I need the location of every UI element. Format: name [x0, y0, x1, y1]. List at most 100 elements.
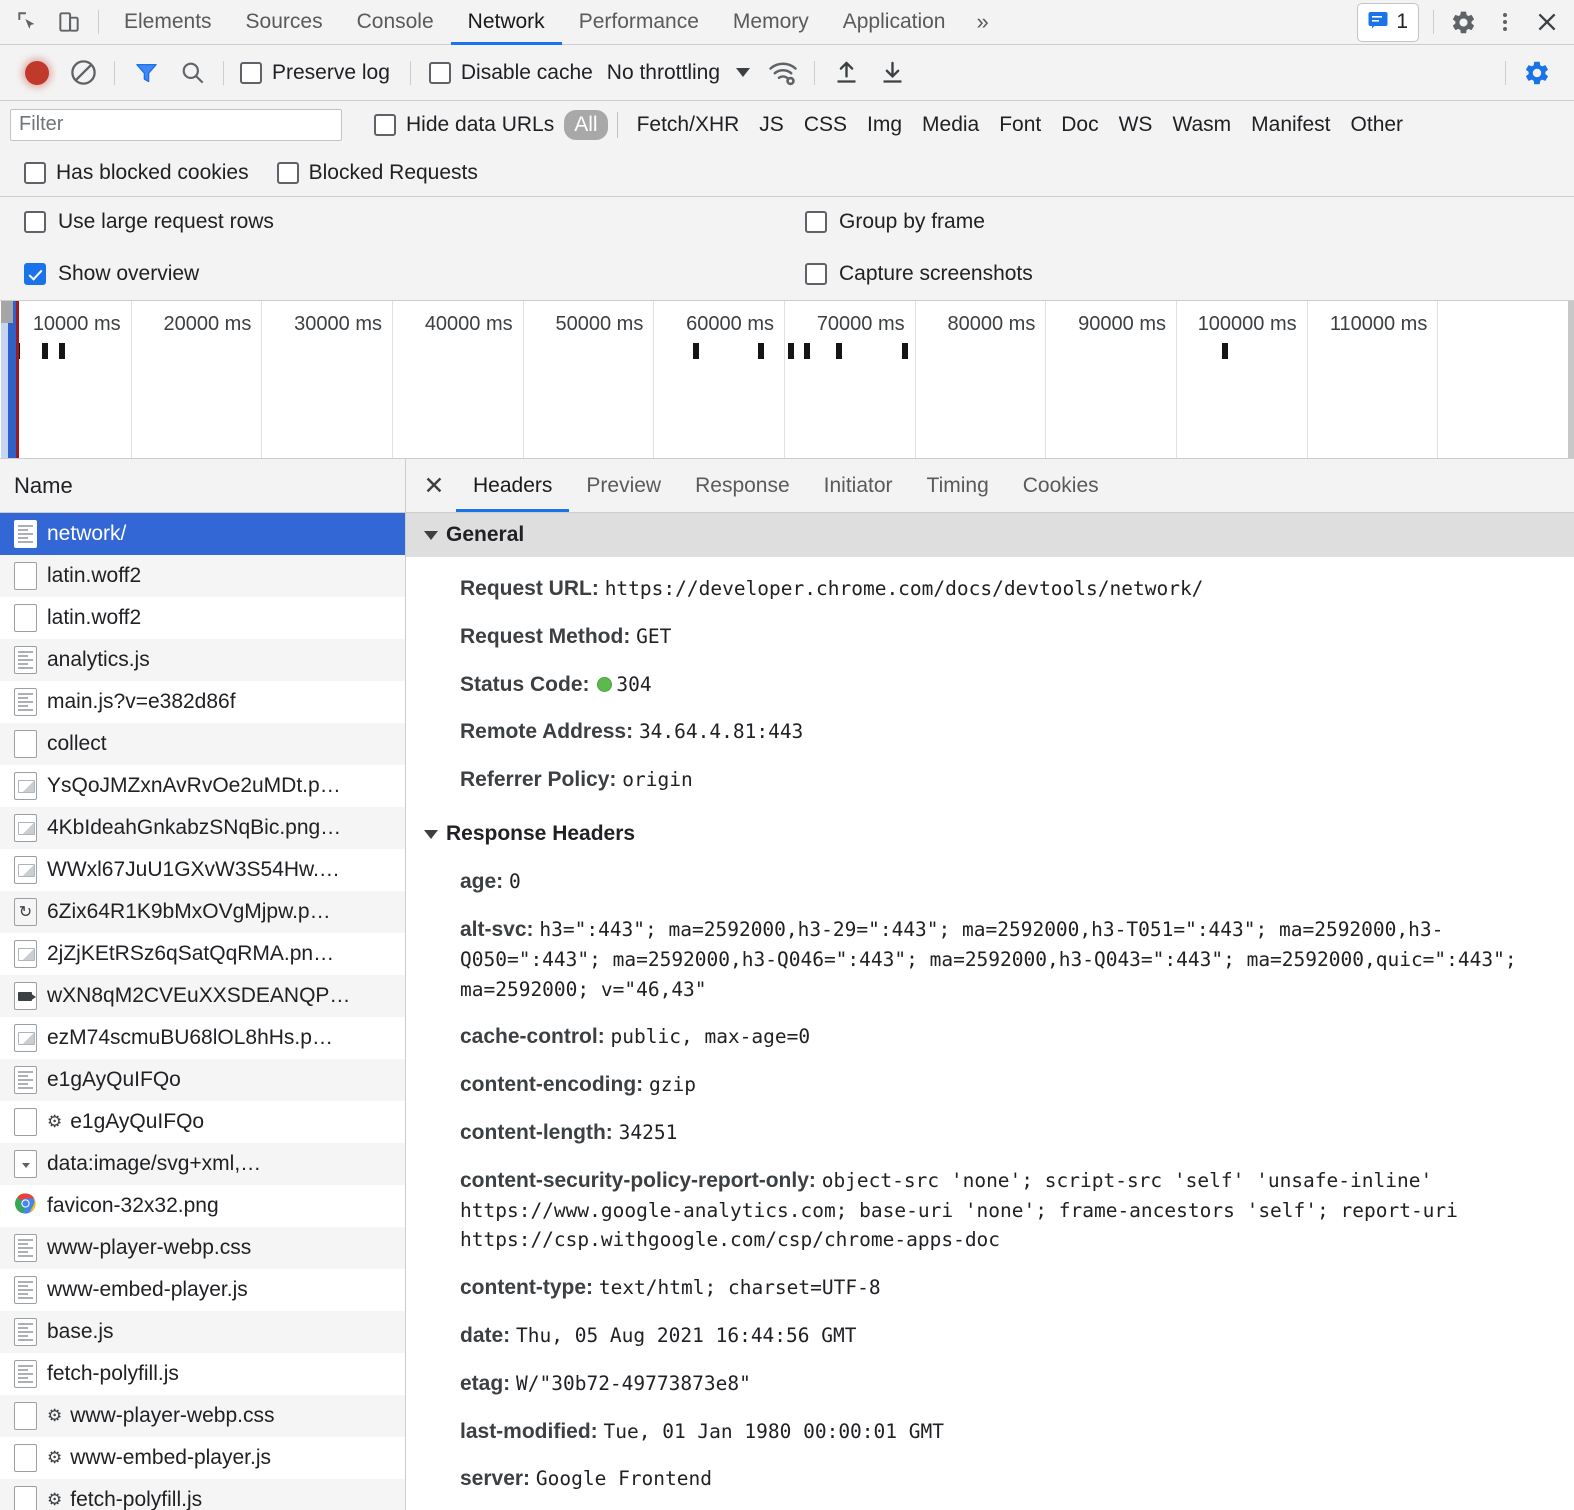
inspect-cursor-icon[interactable] — [6, 1, 48, 43]
show-overview-checkbox[interactable]: Show overview — [24, 262, 199, 286]
tab-network[interactable]: Network — [450, 0, 562, 45]
type-filter-js[interactable]: JS — [749, 110, 794, 140]
request-row[interactable]: ⚙ www-player-webp.css — [0, 1395, 405, 1437]
tab-headers[interactable]: Headers — [456, 459, 570, 512]
network-settings-gear-icon[interactable] — [1514, 50, 1560, 96]
filter-icon[interactable] — [123, 50, 169, 96]
close-icon[interactable]: ✕ — [412, 464, 456, 508]
request-row[interactable]: www-player-webp.css — [0, 1227, 405, 1269]
request-row[interactable]: main.js?v=e382d86f — [0, 681, 405, 723]
request-row[interactable]: fetch-polyfill.js — [0, 1353, 405, 1395]
response-header-value: text/html; charset=UTF-8 — [598, 1276, 881, 1300]
import-har-icon[interactable] — [823, 50, 869, 96]
filter-input[interactable] — [10, 108, 342, 141]
blocked-requests-checkbox[interactable]: Blocked Requests — [276, 161, 478, 185]
request-row[interactable]: 2jZjKEtRSz6qSatQqRMA.pn… — [0, 933, 405, 975]
use-large-request-rows-checkbox[interactable]: Use large request rows — [24, 210, 274, 234]
group-by-frame-checkbox[interactable]: Group by frame — [805, 210, 985, 234]
request-row[interactable]: ezM74scmuBU68lOL8hHs.p… — [0, 1017, 405, 1059]
tab-application[interactable]: Application — [826, 0, 963, 44]
request-row[interactable]: e1gAyQuIFQo — [0, 1059, 405, 1101]
preserve-log-checkbox[interactable]: Preserve log — [240, 61, 390, 85]
type-filter-all[interactable]: All — [564, 109, 608, 140]
search-icon[interactable] — [169, 50, 215, 96]
request-row[interactable]: ⚙ fetch-polyfill.js — [0, 1479, 405, 1510]
divider — [1433, 10, 1434, 34]
request-row[interactable]: 4KbIdeahGnkabzSNqBic.png… — [0, 807, 405, 849]
response-headers-section-header[interactable]: Response Headers — [406, 812, 1574, 857]
request-row[interactable]: latin.woff2 — [0, 597, 405, 639]
checkbox-box — [374, 113, 396, 136]
type-label: All — [574, 112, 598, 136]
general-item-value: https://developer.chrome.com/docs/devtoo… — [604, 577, 1204, 600]
tab-timing[interactable]: Timing — [910, 459, 1006, 512]
tab-cookies[interactable]: Cookies — [1006, 459, 1116, 512]
type-filter-other[interactable]: Other — [1341, 110, 1414, 140]
headers-content: General Request URL: https://developer.c… — [406, 513, 1574, 1510]
type-filter-media[interactable]: Media — [912, 110, 989, 140]
request-row[interactable]: wXN8qM2CVEuXXSDEANQP… — [0, 975, 405, 1017]
type-filter-doc[interactable]: Doc — [1051, 110, 1108, 140]
network-toolbar: Preserve log Disable cache No throttling — [0, 45, 1574, 101]
request-row[interactable]: collect — [0, 723, 405, 765]
gear-icon[interactable] — [1442, 1, 1484, 43]
request-row[interactable]: ⚙ www-embed-player.js — [0, 1437, 405, 1479]
script-icon — [14, 646, 37, 674]
issues-badge[interactable]: 1 — [1357, 2, 1419, 42]
request-name: ezM74scmuBU68lOL8hHs.p… — [47, 1026, 333, 1049]
overview-selection-handle[interactable] — [1, 301, 13, 323]
general-item-value: 304 — [616, 672, 652, 696]
export-har-icon[interactable] — [869, 50, 915, 96]
type-filter-img[interactable]: Img — [857, 110, 912, 140]
type-filter-ws[interactable]: WS — [1109, 110, 1163, 140]
overview-gridline — [784, 301, 785, 458]
request-row[interactable]: ↻ 6Zix64R1K9bMxOVgMjpw.p… — [0, 891, 405, 933]
tab-elements[interactable]: Elements — [107, 0, 229, 44]
request-row[interactable]: latin.woff2 — [0, 555, 405, 597]
close-icon[interactable] — [1526, 1, 1568, 43]
more-tabs-icon[interactable]: » — [962, 9, 1002, 35]
gear-icon: ⚙ — [47, 1112, 63, 1131]
type-filter-css[interactable]: CSS — [794, 110, 857, 140]
request-row[interactable]: ⚙ e1gAyQuIFQo — [0, 1101, 405, 1143]
tab-preview[interactable]: Preview — [569, 459, 678, 512]
response-header-value: 0 — [509, 870, 521, 894]
response-header-item: age: 0 — [406, 858, 1574, 906]
type-filter-font[interactable]: Font — [989, 110, 1051, 140]
tab-performance[interactable]: Performance — [562, 0, 716, 44]
throttling-value: No throttling — [606, 60, 721, 84]
more-options-icon[interactable] — [1484, 1, 1526, 43]
overview-scrollbar[interactable] — [1568, 301, 1574, 458]
general-item-value: GET — [636, 624, 672, 648]
request-row[interactable]: YsQoJMZxnAvRvOe2uMDt.p… — [0, 765, 405, 807]
request-row[interactable]: www-embed-player.js — [0, 1269, 405, 1311]
tab-memory[interactable]: Memory — [716, 0, 826, 44]
overview-timeline[interactable]: 10000 ms 20000 ms 30000 ms 40000 ms 50000 ms… — [0, 301, 1574, 459]
tab-sources[interactable]: Sources — [229, 0, 340, 44]
clear-icon[interactable] — [60, 50, 106, 96]
request-row[interactable]: network/ — [0, 513, 405, 555]
request-row[interactable]: analytics.js — [0, 639, 405, 681]
type-filter-manifest[interactable]: Manifest — [1241, 110, 1340, 140]
capture-screenshots-checkbox[interactable]: Capture screenshots — [805, 262, 1033, 286]
throttling-dropdown[interactable]: No throttling — [606, 60, 751, 85]
record-icon[interactable] — [14, 50, 60, 96]
has-blocked-cookies-checkbox[interactable]: Has blocked cookies — [24, 161, 249, 185]
request-row[interactable]: base.js — [0, 1311, 405, 1353]
request-row[interactable]: WWxl67JuU1GXvW3S54Hw.… — [0, 849, 405, 891]
request-row[interactable]: favicon-32x32.png — [0, 1185, 405, 1227]
tab-initiator[interactable]: Initiator — [807, 459, 910, 512]
tab-console[interactable]: Console — [340, 0, 451, 44]
network-conditions-icon[interactable] — [760, 50, 806, 96]
hide-data-urls-checkbox[interactable]: Hide data URLs — [374, 113, 554, 137]
request-details-panel: ✕ Headers Preview Response Initiator Tim… — [406, 459, 1574, 1510]
device-toolbar-icon[interactable] — [48, 1, 90, 43]
tab-response[interactable]: Response — [678, 459, 807, 512]
request-row[interactable]: data:image/svg+xml,… — [0, 1143, 405, 1185]
request-name: fetch-polyfill.js — [70, 1488, 203, 1510]
disable-cache-checkbox[interactable]: Disable cache — [428, 61, 593, 85]
general-section-header[interactable]: General — [406, 513, 1574, 557]
request-list-column-header[interactable]: Name — [0, 459, 405, 513]
type-filter-fetch-xhr[interactable]: Fetch/XHR — [627, 110, 750, 140]
type-filter-wasm[interactable]: Wasm — [1162, 110, 1241, 140]
